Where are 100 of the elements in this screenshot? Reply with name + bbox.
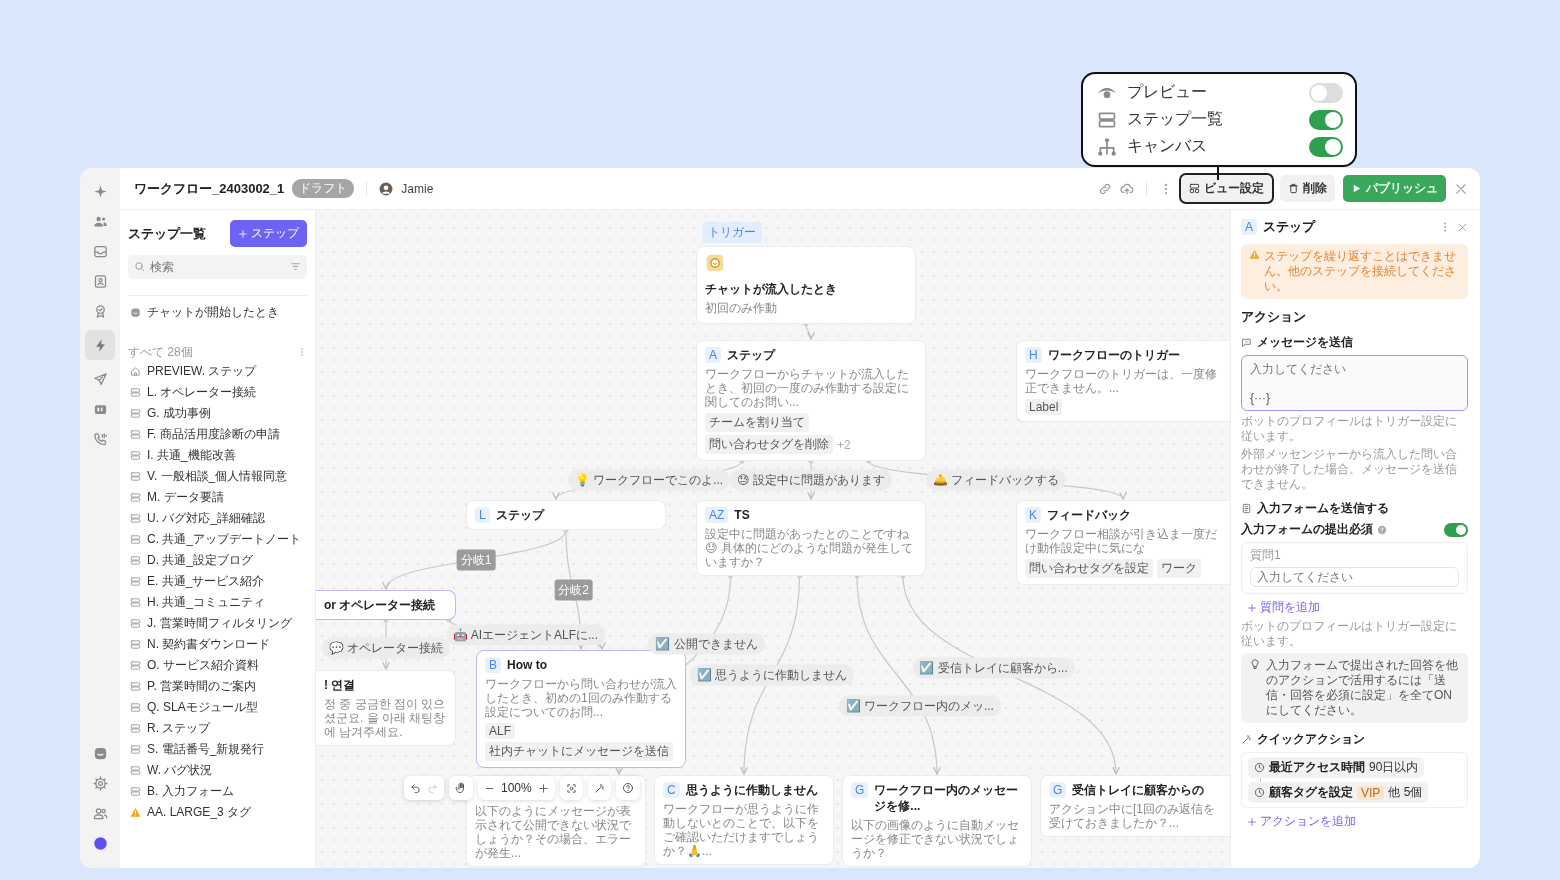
variable-button[interactable]: {···} bbox=[1250, 391, 1270, 405]
step-node[interactable]: C 思うように作動しません ワークフローが思うように作動しないとのことで、以下をご確認いただけますでしょうか？🙏... bbox=[654, 775, 834, 865]
avatar-icon bbox=[92, 835, 108, 851]
step-list-item[interactable]: U. バグ対応_詳細確認 bbox=[128, 508, 307, 529]
help-icon bbox=[1377, 524, 1387, 535]
node-description: 設定中に問題があったとのことですね😓 具体的にどのような問題が発生していますか？ bbox=[705, 527, 914, 569]
step-list-item[interactable]: P. 営業時間のご案内 bbox=[128, 676, 307, 697]
node-description: 정 중 궁금한 점이 있으셨군요. 을 아래 채팅창에 남겨주세요. bbox=[324, 697, 447, 739]
step-badge: L bbox=[475, 507, 490, 523]
list-icon bbox=[130, 744, 141, 755]
step-node[interactable]: K フィードバック ワークフロー相談が引き込ま一度だけ動作設定中に気にな 問い合わせタグを設定 ワーク bbox=[1016, 500, 1230, 585]
step-node[interactable]: ! 연결 정 중 궁금한 점이 있으셨군요. 을 아래 채팅창에 남겨주세요. bbox=[316, 670, 456, 746]
nav-button[interactable] bbox=[85, 330, 115, 360]
step-node[interactable]: G ワークフロー内のメッセージを修... 以下の画像のように自動メッセージを修正できない状況でしょうか？ bbox=[842, 775, 1032, 867]
step-list-item[interactable]: C. 共通_アップデートノート bbox=[128, 529, 307, 550]
step-list-item[interactable]: N. 契約書ダウンロード bbox=[128, 634, 307, 655]
chat-icon bbox=[92, 745, 108, 761]
add-question-link[interactable]: 質問を追加 bbox=[1241, 599, 1468, 616]
toggle-switch[interactable] bbox=[1309, 82, 1343, 103]
node-tag: ワーク bbox=[1157, 559, 1201, 578]
step-list-item[interactable]: V. 一般相談_個人情報同意 bbox=[128, 466, 307, 487]
step-list-item[interactable]: D. 共通_設定ブログ bbox=[128, 550, 307, 571]
option-label: キャンバス bbox=[1127, 136, 1208, 156]
toggle-switch[interactable] bbox=[1444, 522, 1468, 537]
node-description: ワークフロー相談が引き込ま一度だけ動作設定中に気にな bbox=[1025, 527, 1218, 555]
step-list-item[interactable]: J. 営業時間フィルタリング bbox=[128, 613, 307, 634]
link-icon[interactable] bbox=[1098, 181, 1112, 196]
list-icon bbox=[130, 639, 141, 650]
step-badge: B bbox=[485, 657, 501, 673]
step-node[interactable]: H ワークフローのトリガー ワークフローのトリガーは、一度修正できません。... Label bbox=[1016, 340, 1230, 422]
view-button[interactable]: ビュー設定 bbox=[1181, 175, 1272, 202]
toggle-switch[interactable] bbox=[1309, 109, 1343, 130]
step-list-item[interactable]: W. バグ状況 bbox=[128, 760, 307, 781]
magic-wand-icon[interactable] bbox=[593, 782, 605, 794]
search-field[interactable]: 検索 bbox=[128, 255, 307, 279]
user-name: Jamie bbox=[401, 181, 434, 196]
node-description: 以下の画像のように自動メッセージを修正できない状況でしょうか？ bbox=[851, 818, 1020, 860]
list-icon bbox=[130, 513, 141, 524]
step-list-item[interactable]: L. オペレーター接続 bbox=[128, 382, 307, 403]
step-node[interactable]: G 受信トレイに顧客からの アクション中に[1回のみ返信を受けておきましたか？... bbox=[1040, 775, 1230, 837]
chip-value: 他 5個 bbox=[1388, 784, 1423, 801]
vip-tag: VIP bbox=[1357, 785, 1385, 800]
hand-icon[interactable] bbox=[455, 782, 467, 794]
team-icon bbox=[92, 805, 108, 821]
zoom-in-icon[interactable] bbox=[537, 782, 549, 794]
step-list-item[interactable]: B. 入力フォーム bbox=[128, 781, 307, 802]
step-badge: G bbox=[851, 782, 869, 798]
node-title: ステップ bbox=[495, 507, 544, 523]
message-field[interactable]: 入力してください {···} bbox=[1241, 355, 1468, 411]
step-node[interactable]: B How to ワークフローから問い合わせが流入したとき、初めの1回のみ作動する設定についてのお問... ALF 社内チャットにメッセージを送信 bbox=[476, 650, 686, 768]
list-icon bbox=[130, 765, 141, 776]
add-action-link[interactable]: アクションを追加 bbox=[1241, 813, 1468, 830]
step-node[interactable]: or オペレーター接続 bbox=[316, 590, 456, 620]
quick-action-chip[interactable]: 顧客タグを設定 VIP 他 5個 bbox=[1248, 782, 1429, 803]
step-list-item[interactable]: I. 共通_機能改善 bbox=[128, 445, 307, 466]
edge-label: 分岐1 bbox=[456, 549, 496, 570]
step-list-item[interactable]: R. ステップ bbox=[128, 718, 307, 739]
step-node[interactable]: A ステップ ワークフローからチャットが流入したとき、初回の一度のみ作動する設定に関してのお問い... チームを割り当て 問い合わせタグを削除 +2 bbox=[696, 340, 926, 461]
edge-label: 🛎 フィードバックする bbox=[925, 469, 1066, 491]
step-count: すべて 28個 bbox=[128, 343, 193, 361]
delete-button[interactable]: 削除 bbox=[1280, 175, 1335, 202]
undo-icon[interactable] bbox=[410, 782, 421, 794]
add-step-button[interactable]: ステップ bbox=[230, 220, 307, 247]
node-description: ワークフローから問い合わせが流入したとき、初めの1回のみ作動する設定についてのお問... bbox=[485, 677, 677, 719]
edge-label: 😓 設定中に問題があります bbox=[730, 469, 892, 491]
step-list-item[interactable]: M. データ要請 bbox=[128, 487, 307, 508]
edge-label: 分岐2 bbox=[554, 579, 593, 600]
step-list-item[interactable]: E. 共通_サービス紹介 bbox=[128, 571, 307, 592]
help-icon[interactable] bbox=[621, 782, 634, 794]
plus-icon bbox=[1247, 816, 1257, 827]
chat-bubble-icon bbox=[1241, 337, 1252, 348]
step-list-item[interactable]: O. サービス紹介資料 bbox=[128, 655, 307, 676]
step-list-item[interactable]: S. 電話番号_新規発行 bbox=[128, 739, 307, 760]
step-list-item[interactable]: F. 商品活用度診断の申請 bbox=[128, 424, 307, 445]
step-list-item[interactable]: PREVIEW. ステップ bbox=[128, 361, 307, 382]
step-list-item[interactable]: H. 共通_コミュニティ bbox=[128, 592, 307, 613]
step-node[interactable]: L ステップ bbox=[466, 500, 666, 530]
quick-action-chip[interactable]: 最近アクセス時間 90日以内 bbox=[1248, 757, 1425, 778]
list-icon bbox=[130, 576, 141, 587]
document-icon bbox=[1241, 503, 1252, 514]
chat-icon bbox=[705, 253, 725, 273]
filter-icon[interactable] bbox=[290, 261, 301, 272]
list-icon bbox=[130, 597, 141, 608]
list-icon bbox=[130, 786, 141, 797]
step-list-item[interactable]: AA. LARGE_3 タグ bbox=[128, 802, 307, 823]
layout-icon bbox=[1189, 183, 1200, 194]
step-node[interactable]: チャットが流入したとき 初回のみ作動 bbox=[696, 246, 916, 324]
step-list-item[interactable]: Q. SLAモジュール型 bbox=[128, 697, 307, 718]
fit-view-icon[interactable] bbox=[565, 782, 577, 794]
close-icon[interactable] bbox=[1457, 221, 1468, 233]
close-icon[interactable] bbox=[1454, 181, 1468, 196]
node-title: 受信トレイに顧客からの bbox=[1072, 782, 1205, 798]
chip-label: 顧客タグを設定 bbox=[1269, 784, 1353, 801]
text-field[interactable]: 入力してください bbox=[1250, 567, 1459, 587]
plus-icon bbox=[238, 228, 248, 239]
trigger-item[interactable]: チャットが開始したとき bbox=[128, 302, 307, 323]
toggle-switch[interactable] bbox=[1309, 136, 1343, 157]
cloud-upload-icon[interactable] bbox=[1120, 181, 1134, 196]
step-node[interactable]: AZ TS 設定中に問題があったとのことですね😓 具体的にどのような問題が発生していますか？ bbox=[696, 500, 926, 576]
step-list-item[interactable]: G. 成功事例 bbox=[128, 403, 307, 424]
